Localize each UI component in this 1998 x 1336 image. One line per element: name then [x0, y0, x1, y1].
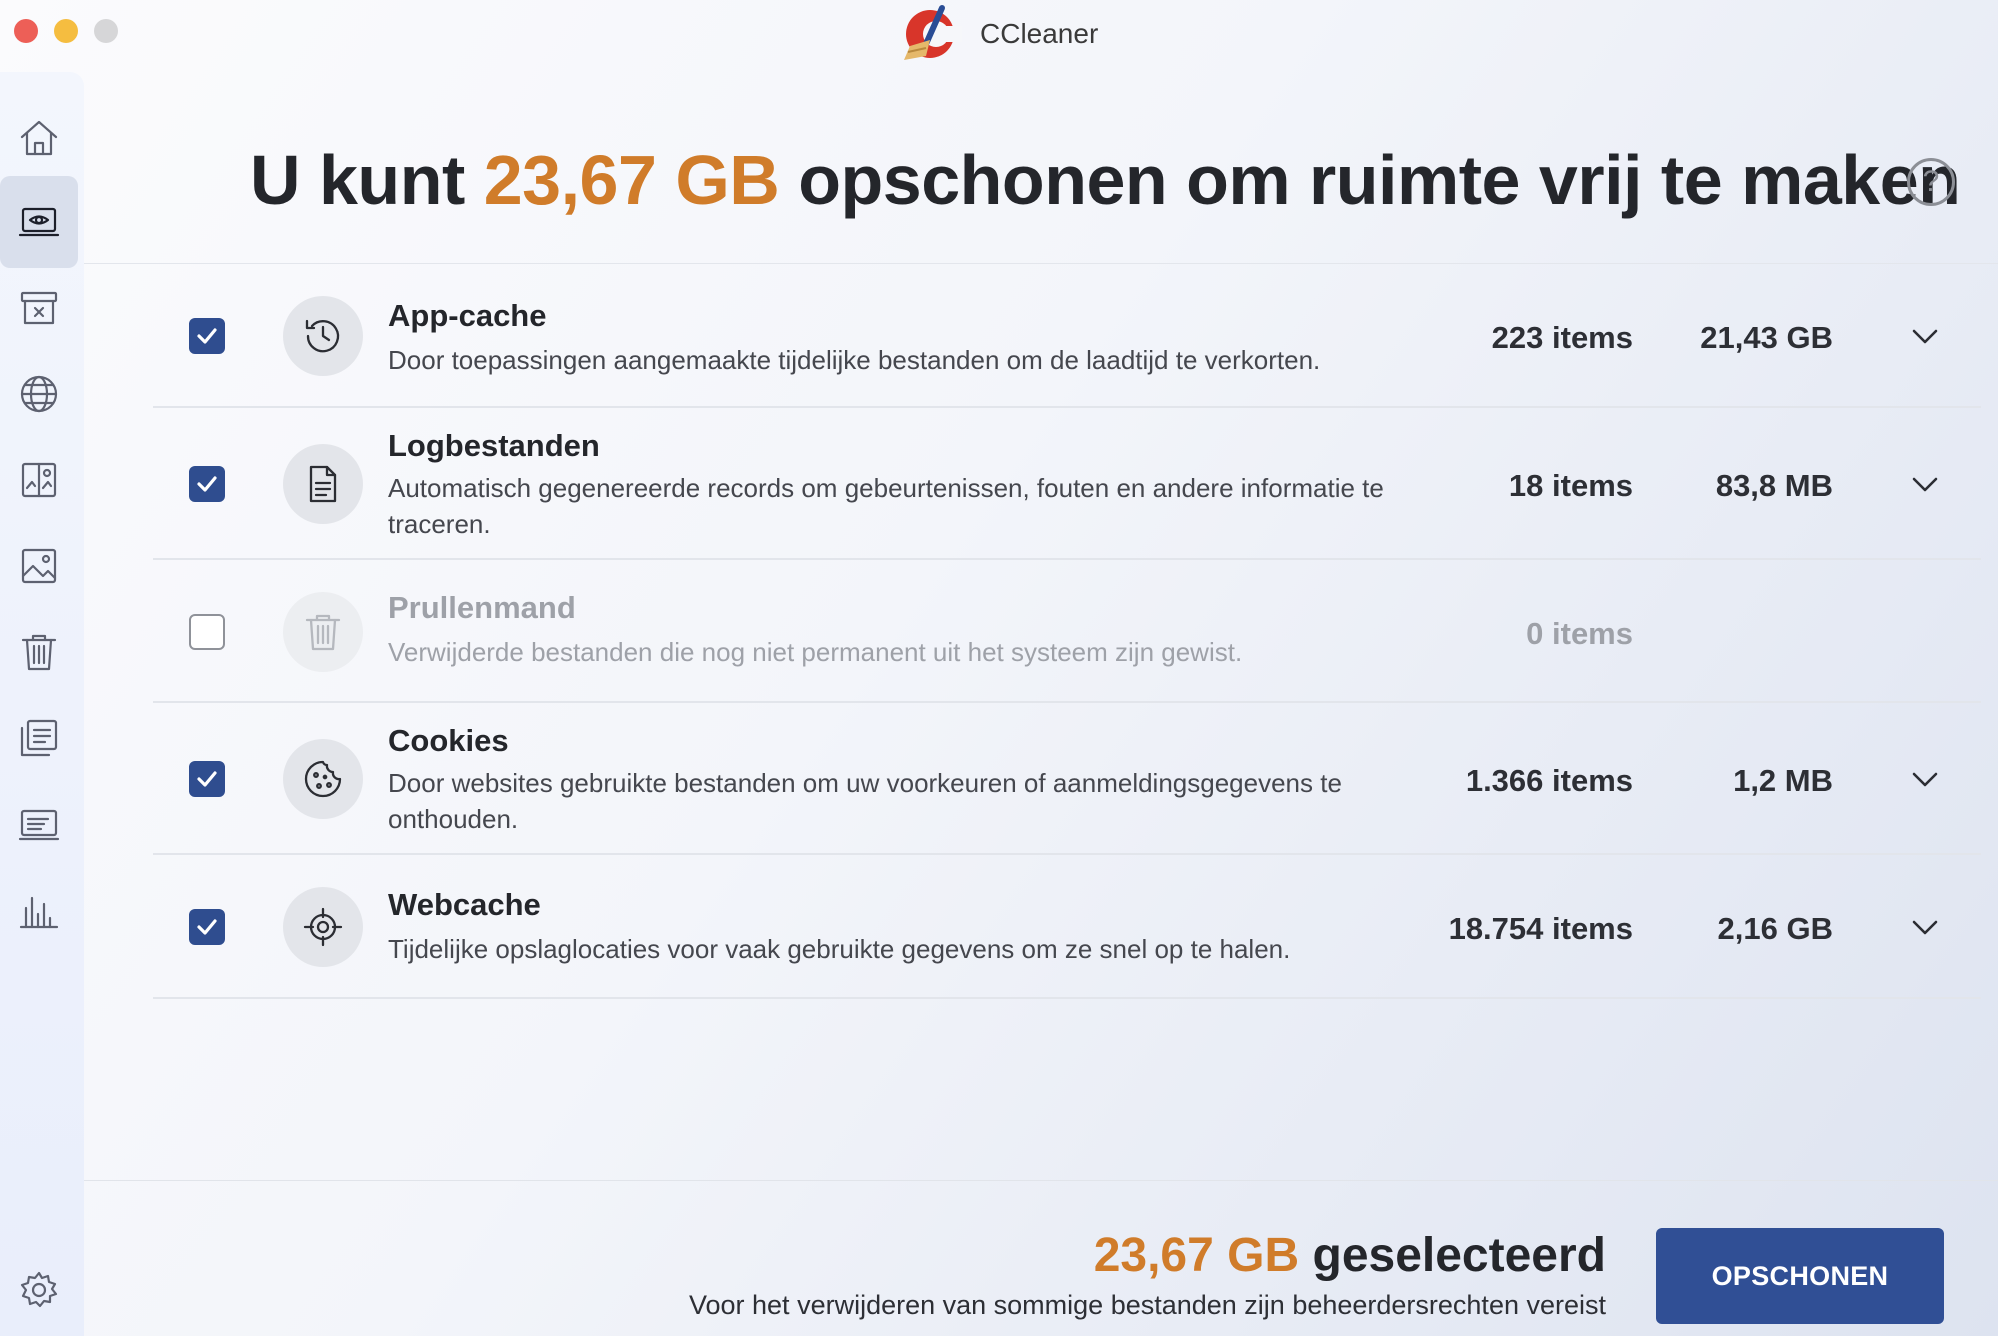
checkmark-icon: [197, 919, 217, 935]
admin-note: Voor het verwijderen van sommige bestand…: [688, 1290, 1606, 1320]
app-cleaner-icon: [20, 291, 58, 325]
chevron-down-icon: [1912, 477, 1938, 492]
home-icon: [20, 120, 58, 156]
category-icon-webcache: [283, 887, 363, 967]
sidebar-item-browser[interactable]: [0, 348, 78, 440]
expand-button-logbestanden[interactable]: [1905, 464, 1945, 504]
help-icon: ?: [1922, 165, 1940, 198]
sidebar-item-trash[interactable]: [0, 606, 78, 698]
category-description: Tijdelijke opslaglocaties voor vaak gebr…: [388, 934, 1291, 964]
photo-icon: [21, 548, 57, 584]
category-size: 2,16 GB: [1717, 911, 1833, 946]
expand-button-webcache[interactable]: [1905, 907, 1945, 947]
category-row-app-cache[interactable]: App-cache Door toepassingen aangemaakte …: [153, 264, 1981, 408]
sidebar-item-duplicates[interactable]: [0, 434, 78, 526]
category-item-count: 1.366 items: [1465, 763, 1633, 798]
checkbox-prullenmand[interactable]: [189, 614, 225, 650]
page-title: U kunt 23,67 GB opschonen om ruimte vrij…: [250, 140, 1961, 220]
category-title: Prullenmand: [388, 590, 576, 625]
window-close-button[interactable]: [14, 19, 38, 43]
category-item-count: 18 items: [1508, 468, 1633, 503]
health-check-icon: [18, 207, 60, 237]
history-icon: [305, 319, 340, 353]
expand-button-cookies[interactable]: [1905, 759, 1945, 799]
category-size: 83,8 MB: [1715, 468, 1833, 503]
page-title-prefix: U kunt: [250, 141, 484, 219]
selected-amount: 23,67 GB: [1093, 1229, 1300, 1282]
footer-divider: [84, 1180, 1998, 1181]
category-title: Logbestanden: [388, 428, 600, 463]
category-size: 21,43 GB: [1700, 320, 1833, 355]
category-description: Door toepassingen aangemaakte tijdelijke…: [388, 345, 1321, 375]
chevron-down-icon: [1912, 329, 1938, 344]
startup-items-icon: [20, 719, 58, 757]
target-icon: [303, 907, 343, 947]
category-description: Door websites gebruikte bestanden om uw …: [388, 768, 1342, 834]
document-icon: [309, 465, 337, 503]
gear-icon: [20, 1271, 58, 1308]
sidebar-item-home[interactable]: [0, 92, 78, 184]
selected-label: geselecteerd: [1299, 1229, 1606, 1282]
duplicate-finder-icon: [21, 462, 57, 498]
category-row-cookies[interactable]: Cookies Door websites gebruikte bestande…: [153, 703, 1981, 855]
sidebar-item-photos[interactable]: [0, 520, 78, 612]
checkbox-webcache[interactable]: [189, 909, 225, 945]
page-title-amount: 23,67 GB: [483, 141, 780, 219]
ccleaner-logo-icon: [904, 5, 962, 60]
trash-icon: [21, 634, 57, 671]
category-row-webcache[interactable]: Webcache Tijdelijke opslaglocaties voor …: [153, 855, 1981, 999]
sidebar-item-app-cleaner[interactable]: [0, 262, 78, 354]
chevron-down-icon: [1912, 920, 1938, 935]
cookie-icon: [304, 760, 342, 798]
sidebar-item-startup[interactable]: [0, 692, 78, 784]
checkbox-cookies[interactable]: [189, 761, 225, 797]
checkmark-icon: [197, 771, 217, 787]
category-size: 1,2 MB: [1733, 763, 1833, 798]
trash-icon: [305, 614, 341, 651]
checkmark-icon: [197, 328, 217, 344]
sidebar-item-settings[interactable]: [0, 1244, 78, 1336]
selected-summary: 23,67 GB geselecteerd: [1094, 1228, 1606, 1283]
sidebar: [0, 72, 84, 1336]
category-icon-cookies: [283, 739, 363, 819]
category-item-count: 18.754 items: [1448, 911, 1633, 946]
checkbox-logbestanden[interactable]: [189, 466, 225, 502]
window-minimize-button[interactable]: [54, 19, 78, 43]
title-bar: CCleaner: [0, 0, 1998, 66]
browser-icon: [20, 375, 58, 413]
sidebar-item-performance[interactable]: [0, 864, 78, 956]
disk-icon: [18, 809, 60, 841]
app-name: CCleaner: [980, 18, 1099, 49]
expand-button-app-cache[interactable]: [1905, 316, 1945, 356]
category-description: Automatisch gegenereerde records om gebe…: [388, 473, 1384, 539]
app-title: CCleaner: [896, 5, 1099, 60]
category-title: App-cache: [388, 298, 547, 333]
clean-button[interactable]: OPSCHONEN: [1656, 1228, 1944, 1324]
chevron-down-icon: [1912, 772, 1938, 787]
checkmark-icon: [197, 476, 217, 492]
category-row-logbestanden[interactable]: Logbestanden Automatisch gegenereerde re…: [153, 408, 1981, 560]
category-item-count: 0 items: [1526, 616, 1633, 651]
sidebar-item-health-check[interactable]: [0, 176, 78, 268]
category-icon-logbestanden: [283, 444, 363, 524]
category-title: Cookies: [388, 723, 509, 758]
category-item-count: 223 items: [1491, 320, 1633, 355]
checkbox-app-cache[interactable]: [189, 318, 225, 354]
category-icon-app-cache: [283, 296, 363, 376]
help-button[interactable]: ?: [1907, 158, 1955, 206]
performance-icon: [19, 896, 59, 929]
window-maximize-button[interactable]: [94, 19, 118, 43]
category-row-prullenmand[interactable]: Prullenmand Verwijderde bestanden die no…: [153, 560, 1981, 703]
sidebar-item-disk[interactable]: [0, 778, 78, 870]
category-description: Verwijderde bestanden die nog niet perma…: [388, 637, 1243, 667]
page-title-suffix: opschonen om ruimte vrij te maken: [779, 141, 1961, 219]
category-title: Webcache: [388, 887, 541, 922]
category-icon-prullenmand: [283, 592, 363, 672]
